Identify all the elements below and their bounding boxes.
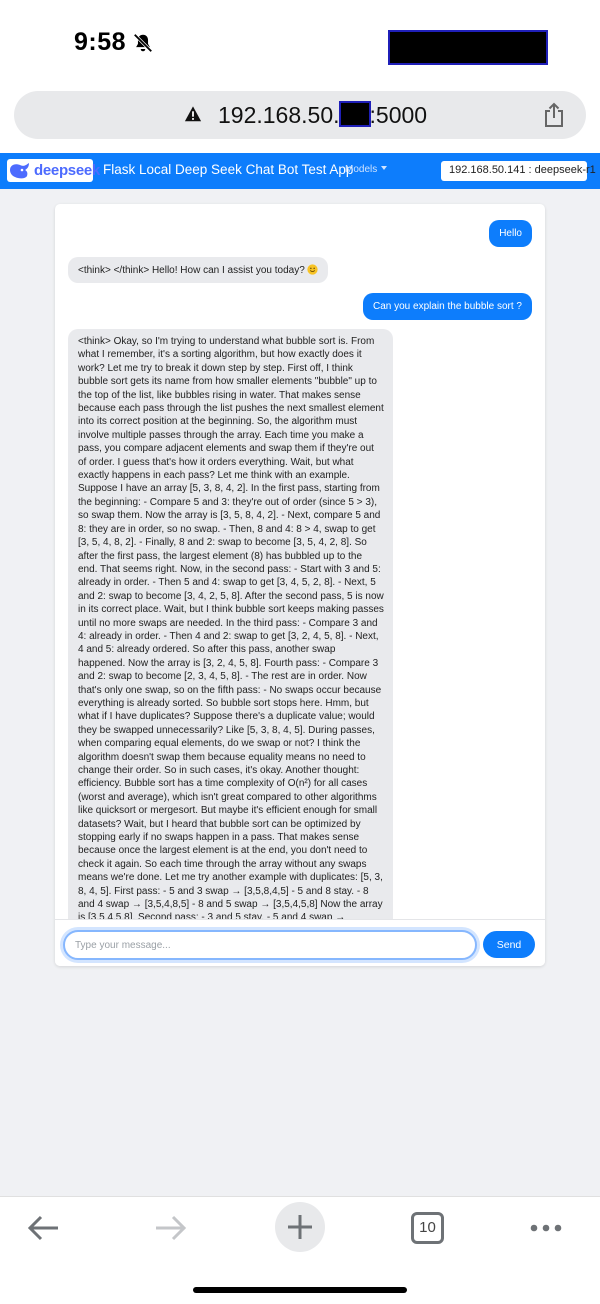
home-indicator xyxy=(193,1287,407,1293)
url-suffix: :5000 xyxy=(369,102,428,128)
send-button[interactable]: Send xyxy=(483,931,535,958)
message-list[interactable]: Hello <think> </think> Hello! How can I … xyxy=(55,204,545,919)
redacted-status-area xyxy=(388,30,548,65)
more-options-icon[interactable] xyxy=(530,1224,562,1232)
bot-message: <think> </think> Hello! How can I assist… xyxy=(68,257,328,283)
plus-icon xyxy=(288,1215,312,1239)
url-text[interactable]: 192.168.50. :5000 xyxy=(218,101,427,129)
forward-arrow-icon[interactable] xyxy=(154,1214,188,1242)
tabs-button[interactable]: 10 xyxy=(411,1212,444,1244)
models-label: Models xyxy=(345,164,378,175)
warning-icon xyxy=(184,106,202,122)
smiling-face-emoji-icon xyxy=(307,264,318,275)
url-redaction xyxy=(338,101,371,127)
tab-count: 10 xyxy=(419,1219,436,1236)
model-select[interactable]: 192.168.50.141 : deepseek-r1 xyxy=(441,161,596,181)
app-title[interactable]: Flask Local Deep Seek Chat Bot Test App xyxy=(103,162,353,177)
deepseek-logo[interactable]: deepseek xyxy=(7,159,100,182)
bell-muted-icon xyxy=(133,33,153,53)
share-icon[interactable] xyxy=(542,102,566,128)
app-navbar: deepseek Flask Local Deep Seek Chat Bot … xyxy=(0,153,600,189)
bot-message: <think> Okay, so I'm trying to understan… xyxy=(68,329,393,919)
message-input-row: Send xyxy=(55,919,545,966)
address-bar[interactable]: 192.168.50. :5000 xyxy=(14,91,586,139)
status-bar: 9:58 xyxy=(0,0,600,88)
logo-text: deepseek xyxy=(34,162,100,179)
user-message: Hello xyxy=(489,220,532,247)
new-tab-button[interactable] xyxy=(275,1202,325,1252)
status-time: 9:58 xyxy=(74,28,127,56)
message-input[interactable] xyxy=(63,930,477,960)
browser-toolbar: 10 xyxy=(0,1196,600,1304)
bot-message-text: <think> </think> Hello! How can I assist… xyxy=(78,265,305,276)
whale-logo-icon xyxy=(10,163,29,179)
chat-container: Hello <think> </think> Hello! How can I … xyxy=(55,204,545,966)
user-message: Can you explain the bubble sort ? xyxy=(363,293,532,320)
url-prefix: 192.168.50. xyxy=(218,102,340,128)
caret-down-icon xyxy=(381,166,388,170)
back-arrow-icon[interactable] xyxy=(26,1214,60,1242)
models-dropdown[interactable]: Models xyxy=(345,164,388,175)
